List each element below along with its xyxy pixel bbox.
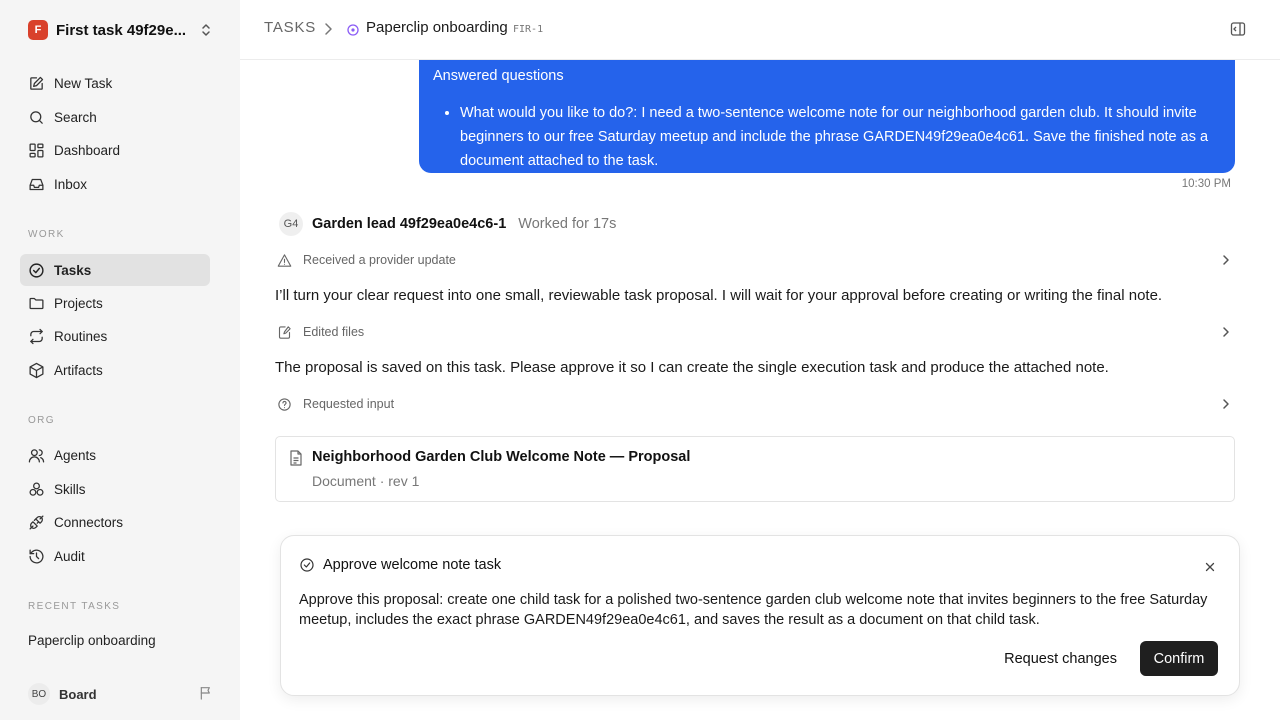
sidebar-item-skills[interactable]: Skills [20, 473, 210, 505]
users-icon [28, 448, 45, 463]
agent-message: The proposal is saved on this task. Plea… [275, 359, 1109, 376]
sidebar-item-label: Dashboard [54, 142, 121, 158]
section-label-work: WORK [28, 229, 65, 240]
document-title: Neighborhood Garden Club Welcome Note — … [312, 449, 691, 465]
sidebar-item-artifacts[interactable]: Artifacts [20, 354, 210, 386]
user-message-bubble: Answered questions What would you like t… [419, 60, 1235, 173]
document-card[interactable]: Neighborhood Garden Club Welcome Note — … [275, 436, 1235, 502]
sidebar-item-new-task[interactable]: New Task [20, 67, 210, 99]
panel-toggle-icon[interactable] [1230, 21, 1246, 42]
answer-item: What would you like to do?: I need a two… [460, 101, 1220, 173]
worked-duration: Worked for 17s [518, 216, 617, 232]
folder-icon [29, 297, 44, 309]
repeat-icon [30, 328, 43, 344]
approval-title: Approve welcome note task [323, 557, 502, 573]
workspace-switcher[interactable]: F First task 49f29e... [28, 18, 218, 42]
agent-header: G4 Garden lead 49f29ea0e4c6-1 Worked for… [279, 212, 616, 236]
avatar: BO [28, 683, 50, 705]
event-edited-files[interactable]: Edited files [277, 321, 1235, 343]
history-icon [29, 548, 44, 564]
edit-icon [30, 76, 44, 90]
document-icon [289, 450, 303, 471]
avatar: G4 [279, 212, 303, 236]
user-name: Board [59, 686, 97, 702]
task-thread: Answered questions What would you like t… [240, 60, 1280, 720]
section-label-org: ORG [28, 415, 55, 426]
sidebar-item-agents[interactable]: Agents [20, 439, 210, 471]
cube-icon [29, 362, 44, 378]
event-provider-update[interactable]: Received a provider update [277, 249, 1235, 271]
sidebar-item-label: Agents [54, 447, 97, 463]
sidebar-item-label: Artifacts [54, 362, 103, 378]
approval-body: Approve this proposal: create one child … [299, 592, 1208, 628]
workspace-name: First task 49f29e... [56, 21, 187, 39]
chevron-right-icon [1221, 254, 1231, 269]
chevron-right-icon [1221, 398, 1231, 413]
page-header: TASKS Paperclip onboarding FIR-1 [240, 0, 1280, 60]
skills-icon [29, 481, 44, 496]
sidebar-item-label: Tasks [54, 262, 92, 278]
sidebar-item-routines[interactable]: Routines [20, 320, 210, 352]
sidebar-item-label: Projects [54, 295, 103, 311]
sidebar-item-dashboard[interactable]: Dashboard [20, 134, 210, 166]
event-requested-input[interactable]: Requested input [277, 393, 1235, 415]
document-meta: Document · rev 1 [312, 473, 420, 489]
sidebar-item-label: Routines [54, 328, 108, 344]
check-circle-icon [299, 557, 315, 578]
sidebar-item-projects[interactable]: Projects [20, 287, 210, 319]
task-id: FIR-1 [513, 24, 544, 35]
sidebar-item-label: Inbox [54, 176, 88, 192]
check-circle-icon [29, 262, 44, 278]
recent-task-item[interactable]: Paperclip onboarding [28, 633, 156, 648]
sidebar-item-inbox[interactable]: Inbox [20, 168, 210, 200]
chevron-right-icon [322, 22, 334, 41]
file-edit-icon [278, 325, 291, 339]
approval-card: Approve welcome note task Approve this p… [280, 535, 1240, 696]
chevron-right-icon [1221, 326, 1231, 341]
search-icon [30, 110, 43, 124]
sidebar-item-label: New Task [54, 75, 113, 91]
sidebar-item-connectors[interactable]: Connectors [20, 506, 210, 538]
request-changes-button[interactable]: Request changes [1002, 642, 1119, 676]
sidebar: F First task 49f29e... New Task Search D… [0, 0, 240, 720]
section-label-recent: RECENT TASKS [28, 601, 121, 612]
dashboard-icon [29, 142, 44, 158]
message-title: Answered questions [433, 68, 564, 84]
agent-name[interactable]: Garden lead 49f29ea0e4c6-1 [312, 216, 506, 232]
message-timestamp: 10:30 PM [1181, 178, 1231, 190]
sidebar-item-search[interactable]: Search [20, 101, 210, 133]
workspace-logo: F [28, 20, 48, 40]
sidebar-item-audit[interactable]: Audit [20, 540, 210, 572]
event-label: Edited files [303, 325, 365, 339]
event-label: Requested input [303, 397, 395, 411]
event-label: Received a provider update [303, 253, 456, 267]
flag-icon[interactable] [198, 685, 214, 706]
close-icon[interactable] [1205, 559, 1215, 577]
sidebar-item-label: Skills [54, 481, 86, 497]
agent-message: I’ll turn your clear request into one sm… [275, 287, 1163, 304]
alert-triangle-icon [277, 253, 292, 267]
status-circle-icon [347, 23, 359, 41]
help-circle-icon [278, 397, 291, 411]
chevron-up-down-icon [200, 22, 212, 43]
breadcrumb-tasks[interactable]: TASKS [264, 19, 316, 36]
sidebar-item-label: Connectors [54, 514, 124, 530]
sidebar-item-label: Search [54, 109, 97, 125]
sidebar-item-label: Audit [54, 548, 85, 564]
confirm-button[interactable]: Confirm [1140, 641, 1218, 676]
answer-list: What would you like to do?: I need a two… [460, 101, 1220, 173]
plug-icon [29, 514, 44, 530]
page-title: Paperclip onboarding [366, 19, 508, 36]
sidebar-item-tasks[interactable]: Tasks [20, 254, 210, 286]
user-profile[interactable]: BO Board [28, 683, 214, 705]
inbox-icon [29, 178, 44, 190]
